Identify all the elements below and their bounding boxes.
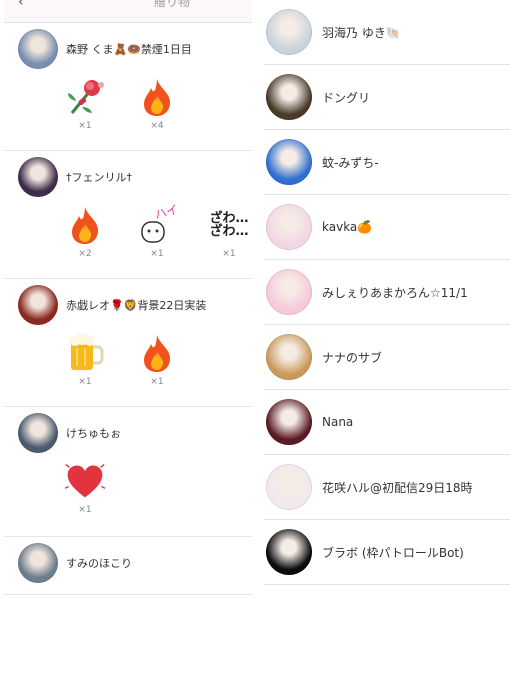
avatar[interactable] <box>266 9 312 55</box>
avatar[interactable] <box>266 74 312 120</box>
avatar[interactable] <box>18 413 58 453</box>
follower-row[interactable]: ナナのサブ <box>264 325 510 390</box>
avatar[interactable] <box>266 464 312 510</box>
avatar[interactable] <box>266 204 312 250</box>
gift-list: ×1 ×4 <box>4 75 252 131</box>
avatar[interactable] <box>18 543 58 583</box>
avatar[interactable] <box>266 269 312 315</box>
gift-sender-item[interactable]: けちゅもぉ ×1 <box>4 407 252 537</box>
gift-count: ×1 <box>150 377 164 387</box>
gift-sender-item[interactable]: 赤戯レオ🌹🦁背景22日実装 ×1 ×1 <box>4 279 252 407</box>
gift-sender-list: ‹ 贈り物 森野 くま🧸🍩禁煙1日目 ×1 ×4 †フェンリル† ×2 ハイ! ×1 ざわ… ざ… <box>4 0 252 610</box>
gift-item: ×4 <box>136 75 178 131</box>
follower-list: 羽海乃 ゆき🐚 ドングリ蚊-みずち-kavka🍊 みしぇりあまかろん☆11/1 ナナの… <box>264 0 510 590</box>
gift-count: ×1 <box>78 377 92 387</box>
follower-name: ナナのサブ <box>322 350 383 365</box>
sender-header: 森野 くま🧸🍩禁煙1日目 <box>4 23 252 75</box>
gift-item: ×1 <box>136 331 178 387</box>
gift-count: ×1 <box>222 249 236 259</box>
gift-list: ×2 ハイ! ×1 ざわ… ざわ… ×1 <box>4 203 252 259</box>
sender-name: †フェンリル† <box>66 171 132 184</box>
gift-list: ×1 ×1 <box>4 331 252 387</box>
sender-header: けちゅもぉ <box>4 407 252 459</box>
gift-item: ざわ… ざわ… ×1 <box>208 203 250 259</box>
avatar[interactable] <box>18 157 58 197</box>
gift-sender-item[interactable]: †フェンリル† ×2 ハイ! ×1 ざわ… ざわ… ×1 <box>4 151 252 279</box>
avatar[interactable] <box>266 334 312 380</box>
gift-count: ×4 <box>150 121 164 131</box>
follower-row[interactable]: 蚊-みずち- <box>264 130 510 195</box>
fire-icon <box>136 75 178 119</box>
list-header: ‹ 贈り物 <box>4 0 252 23</box>
follower-name: 蚊-みずち- <box>322 155 379 170</box>
follower-name: 羽海乃 ゆき🐚 <box>322 25 401 40</box>
gift-sender-item[interactable]: すみのほこり <box>4 537 252 595</box>
sender-name: 赤戯レオ🌹🦁背景22日実装 <box>66 299 207 312</box>
heart-icon <box>64 459 106 503</box>
follower-name: みしぇりあまかろん☆11/1 <box>322 285 468 300</box>
gift-item: ×1 <box>64 331 106 387</box>
flower-bouquet-icon <box>64 75 106 119</box>
gift-item: ×2 <box>64 203 106 259</box>
follower-row[interactable]: ブラボ (枠パトロールBot) <box>264 520 510 585</box>
sender-header: すみのほこり <box>4 537 252 589</box>
follower-row[interactable]: みしぇりあまかろん☆11/1 <box>264 260 510 325</box>
hai-sticker-icon: ハイ! <box>136 203 178 247</box>
gift-count: ×1 <box>78 121 92 131</box>
sender-header: †フェンリル† <box>4 151 252 203</box>
avatar[interactable] <box>266 399 312 445</box>
follower-row[interactable]: Nana <box>264 390 510 455</box>
gift-item: ×1 <box>64 75 106 131</box>
sender-name: 森野 くま🧸🍩禁煙1日目 <box>66 43 192 56</box>
beer-mug-icon <box>64 331 106 375</box>
list-title: 贈り物 <box>154 0 191 9</box>
gift-count: ×1 <box>78 505 92 515</box>
svg-text:ハイ!: ハイ! <box>153 204 178 222</box>
gift-count: ×1 <box>150 249 164 259</box>
gift-sender-item[interactable]: 森野 くま🧸🍩禁煙1日目 ×1 ×4 <box>4 23 252 151</box>
gift-count: ×2 <box>78 249 92 259</box>
follower-row[interactable]: kavka🍊 <box>264 195 510 260</box>
follower-name: ドングリ <box>322 90 371 105</box>
fire-icon <box>64 203 106 247</box>
gift-item: ×1 <box>64 459 106 515</box>
sender-name: けちゅもぉ <box>66 427 121 440</box>
avatar[interactable] <box>18 285 58 325</box>
fire-icon <box>136 331 178 375</box>
gift-list: ×1 <box>4 459 252 515</box>
zawa-sticker-icon: ざわ… ざわ… <box>209 211 249 239</box>
follower-name: Nana <box>322 415 354 429</box>
follower-row[interactable]: ドングリ <box>264 65 510 130</box>
back-arrow-icon[interactable]: ‹ <box>18 0 24 10</box>
follower-row[interactable]: 羽海乃 ゆき🐚 <box>264 0 510 65</box>
sender-name: すみのほこり <box>66 557 132 570</box>
avatar[interactable] <box>266 529 312 575</box>
follower-name: 花咲ハル@初配信29日18時 <box>322 480 473 495</box>
sender-header: 赤戯レオ🌹🦁背景22日実装 <box>4 279 252 331</box>
gift-item: ハイ! ×1 <box>136 203 178 259</box>
follower-name: kavka🍊 <box>322 220 373 234</box>
avatar[interactable] <box>18 29 58 69</box>
follower-row[interactable]: 花咲ハル@初配信29日18時 <box>264 455 510 520</box>
follower-name: ブラボ (枠パトロールBot) <box>322 545 464 560</box>
avatar[interactable] <box>266 139 312 185</box>
